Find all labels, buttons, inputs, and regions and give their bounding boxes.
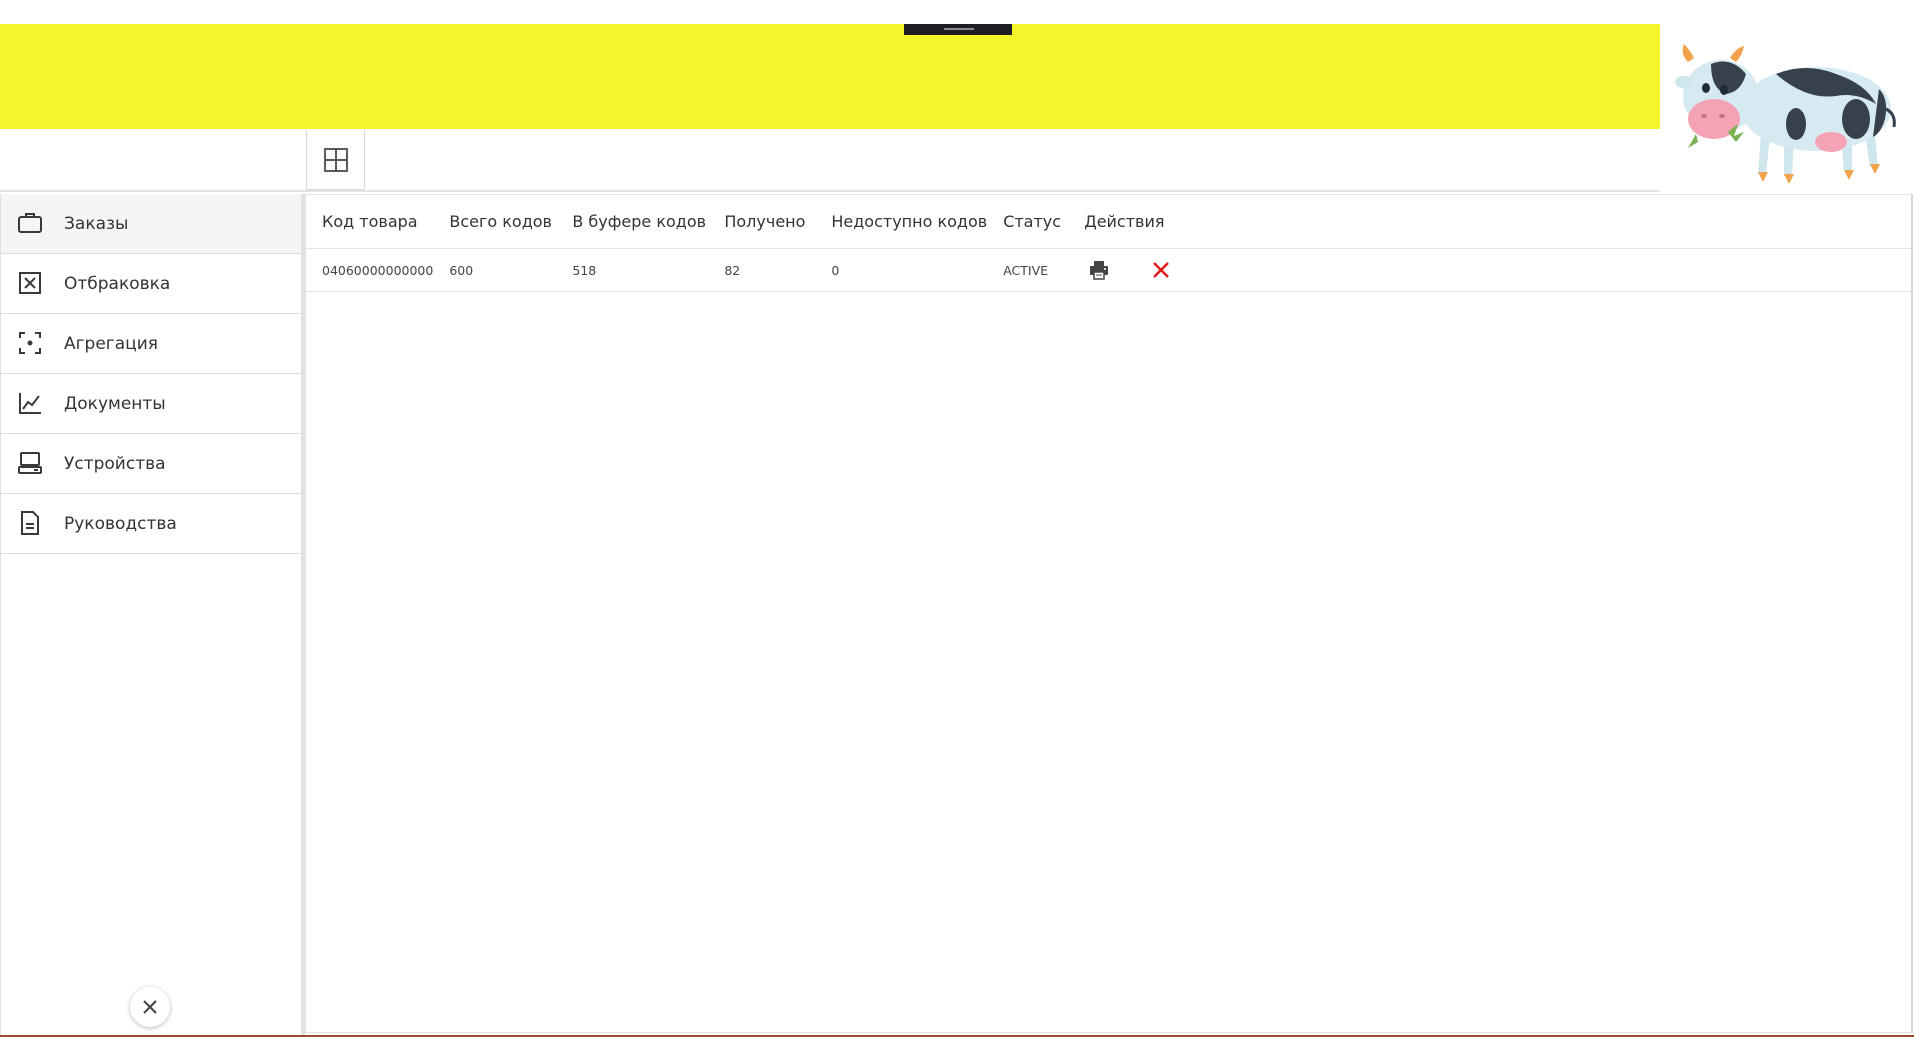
sidebar: Заказы Отбраковка Агрегация Документы Ус… bbox=[0, 194, 305, 1035]
sidebar-item-label: Документы bbox=[64, 393, 166, 414]
sidebar-item-label: Заказы bbox=[64, 213, 129, 234]
sidebar-item-label: Отбраковка bbox=[64, 273, 171, 294]
device-icon bbox=[18, 452, 42, 474]
print-icon bbox=[1090, 261, 1109, 280]
aggregation-focus-icon bbox=[19, 332, 41, 354]
cell-actions bbox=[1068, 248, 1911, 292]
cell-unavailable: 0 bbox=[815, 248, 988, 292]
column-header-received[interactable]: Получено bbox=[708, 195, 816, 249]
header-divider bbox=[0, 190, 1660, 192]
header-banner bbox=[0, 24, 1660, 129]
reject-box-icon bbox=[19, 272, 41, 294]
sidebar-item-aggregation[interactable]: Агрегация bbox=[1, 314, 301, 374]
column-header-status[interactable]: Статус bbox=[987, 195, 1069, 249]
sidebar-item-label: Агрегация bbox=[64, 333, 159, 354]
collapse-sidebar-button[interactable] bbox=[130, 987, 170, 1027]
top-strip bbox=[0, 0, 1660, 24]
column-header-product-code[interactable]: Код товара bbox=[306, 195, 434, 249]
cell-received: 82 bbox=[708, 248, 816, 292]
column-header-actions: Действия bbox=[1068, 195, 1911, 249]
cell-product-code: 04060000000000 bbox=[306, 248, 434, 292]
bottom-border bbox=[0, 1035, 1914, 1037]
cow-mascot-icon bbox=[1675, 44, 1896, 184]
close-icon bbox=[143, 1000, 157, 1014]
table-row[interactable]: 04060000000000 600 518 82 0 ACTIVE bbox=[306, 248, 1911, 292]
cell-buffer-codes: 518 bbox=[556, 248, 709, 292]
table-header-row: Код товара Всего кодов В буфере кодов По… bbox=[306, 195, 1911, 249]
print-button[interactable] bbox=[1084, 255, 1114, 285]
sidebar-item-guides[interactable]: Руководства bbox=[1, 494, 301, 554]
sidebar-item-devices[interactable]: Устройства bbox=[1, 434, 301, 494]
line-chart-icon bbox=[19, 393, 41, 414]
cell-total-codes: 600 bbox=[433, 248, 557, 292]
column-header-buffer-codes[interactable]: В буфере кодов bbox=[556, 195, 709, 249]
sidebar-item-label: Руководства bbox=[64, 513, 177, 534]
orders-table: Код товара Всего кодов В буфере кодов По… bbox=[306, 195, 1911, 292]
delete-button[interactable] bbox=[1146, 255, 1176, 285]
briefcase-icon bbox=[18, 213, 42, 233]
grid-view-button[interactable] bbox=[306, 130, 365, 190]
document-icon bbox=[21, 511, 39, 535]
column-header-unavailable[interactable]: Недоступно кодов bbox=[815, 195, 988, 249]
cell-status: ACTIVE bbox=[987, 248, 1069, 292]
column-header-total-codes[interactable]: Всего кодов bbox=[433, 195, 557, 249]
sidebar-item-rejection[interactable]: Отбраковка bbox=[1, 254, 301, 314]
drag-handle[interactable] bbox=[904, 24, 1012, 35]
main-content: Код товара Всего кодов В буфере кодов По… bbox=[305, 194, 1913, 1033]
grid-icon bbox=[323, 147, 348, 172]
sidebar-item-label: Устройства bbox=[64, 453, 166, 474]
delete-icon bbox=[1153, 262, 1170, 278]
sidebar-item-orders[interactable]: Заказы bbox=[1, 194, 301, 254]
sidebar-item-documents[interactable]: Документы bbox=[1, 374, 301, 434]
